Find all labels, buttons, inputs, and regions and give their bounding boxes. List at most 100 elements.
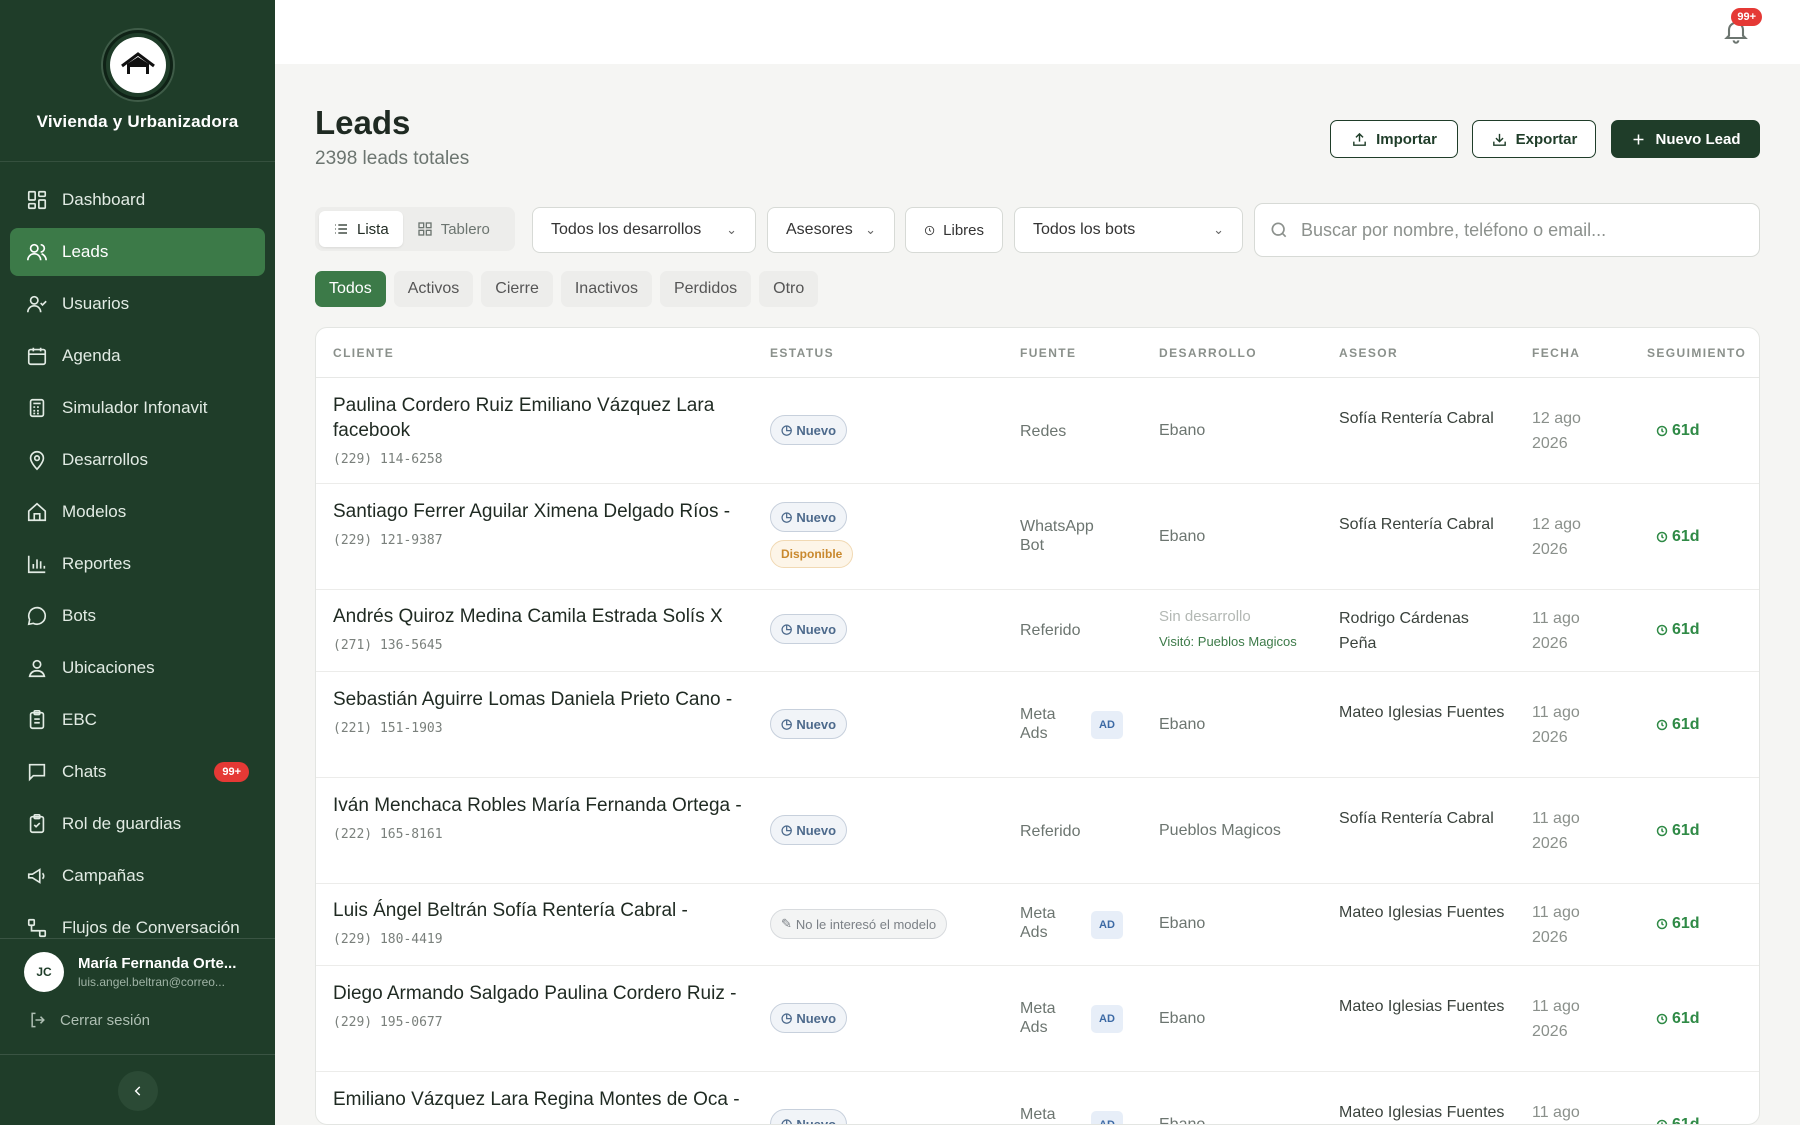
sidebar-item-label: Ubicaciones [62,658,155,677]
sidebar-item-agenda[interactable]: Agenda [10,332,265,380]
export-button[interactable]: Exportar [1472,120,1596,158]
sidebar-item-campanas[interactable]: Campañas [10,852,265,900]
map-pin-icon [29,450,45,471]
clipboard-check-icon [29,814,45,834]
collapse-sidebar-button[interactable] [118,1071,158,1111]
status-badge: ◷ Nuevo [770,614,848,644]
status-badge: ◷ Nuevo [770,415,848,445]
sidebar-item-label: Dashboard [62,190,146,209]
new-lead-button[interactable]: Nuevo Lead [1611,120,1760,158]
source-cell: Redes [1020,423,1067,440]
source-cell: Meta Ads [1020,1106,1056,1123]
sidebar-item-rol-de-guardias[interactable]: Rol de guardias [10,800,265,848]
development-cell: Ebano [1159,716,1206,733]
brand-logo[interactable] [102,30,173,100]
tab-cierre[interactable]: Cierre [481,271,553,307]
table-row[interactable]: Andrés Quiroz Medina Camila Estrada Solí… [316,590,1759,672]
development-cell: Sin desarrollo Visitó: Pueblos Magicos [1159,608,1297,649]
view-list-button[interactable]: Lista [319,211,403,247]
sidebar-item-ubicaciones[interactable]: Ubicaciones [10,644,265,692]
sidebar-item-label: Desarrollos [62,450,148,469]
view-board-button[interactable]: Tablero [403,211,504,247]
sidebar-item-ebc[interactable]: EBC [10,696,265,744]
import-label: Importar [1376,130,1437,148]
client-phone: (229) 121-9387 [333,533,443,548]
sidebar-item-chats[interactable]: Chats 99+ [10,748,265,796]
sidebar-item-label: Bots [62,606,97,625]
table-row[interactable]: Emiliano Vázquez Lara Regina Montes de O… [316,1072,1759,1124]
client-cell: Sebastián Aguirre Lomas Daniela Prieto C… [333,687,753,741]
new-lead-label: Nuevo Lead [1655,130,1741,148]
status-label: Nuevo [796,509,837,525]
no-development-label: Sin desarrollo [1159,608,1251,625]
sidebar-item-flujos[interactable]: Flujos de Conversación [10,904,265,940]
date-cell: 11 ago 2026 [1532,998,1580,1040]
header-asesor[interactable]: ASESOR [1339,346,1398,360]
client-name: Paulina Cordero Ruiz Emiliano Vázquez La… [333,395,715,441]
header-estatus[interactable]: ESTATUS [770,346,834,360]
chevron-down-icon: ⌄ [726,222,737,237]
chat-bubble-icon [27,606,47,626]
clock-icon: ◷ [781,822,793,837]
clock-icon [1656,1013,1668,1025]
date-cell: 11 ago 2026 [1532,904,1580,946]
search-input[interactable] [1301,219,1741,241]
leads-table: CLIENTE ESTATUS FUENTE DESARROLLO ASESOR… [315,327,1760,1125]
table-row[interactable]: Luis Ángel Beltrán Sofía Rentería Cabral… [316,884,1759,966]
follow-up-cell: 61d [1656,716,1700,734]
logout-button[interactable]: Cerrar sesión [0,992,275,1030]
header-fuente[interactable]: FUENTE [1020,346,1076,360]
brand-name: Vivienda y Urbanizadora [36,112,239,131]
follow-up-value: 61d [1672,822,1700,839]
clock-icon [1656,825,1668,837]
header-fecha[interactable]: FECHA [1532,346,1580,360]
sidebar-item-simulador-infonavit[interactable]: Simulador Infonavit [10,384,265,432]
table-row[interactable]: Paulina Cordero Ruiz Emiliano Vázquez La… [316,378,1759,484]
follow-up-value: 61d [1672,1010,1700,1027]
tab-otro[interactable]: Otro [759,271,819,307]
table-row[interactable]: Iván Menchaca Robles María Fernanda Orte… [316,778,1759,884]
clock-icon: ◷ [781,716,793,731]
status-label: Nuevo [796,422,837,438]
sidebar-item-dashboard[interactable]: Dashboard [10,176,265,224]
view-list-label: Lista [357,220,389,238]
client-name: Emiliano Vázquez Lara Regina Montes de O… [333,1089,740,1110]
header-desarrollo[interactable]: DESARROLLO [1159,346,1257,360]
header-cliente[interactable]: CLIENTE [333,346,394,360]
table-row[interactable]: Diego Armando Salgado Paulina Cordero Ru… [316,966,1759,1072]
sidebar-item-desarrollos[interactable]: Desarrollos [10,436,265,484]
tab-inactivos[interactable]: Inactivos [560,271,652,307]
client-phone: (229) 195-0677 [333,1015,443,1030]
chevron-down-icon: ⌄ [1213,222,1224,237]
tab-perdidos[interactable]: Perdidos [659,271,752,307]
sidebar-item-usuarios[interactable]: Usuarios [10,280,265,328]
sidebar-item-modelos[interactable]: Modelos [10,488,265,536]
developments-select[interactable]: Todos los desarrollos ⌄ [532,207,756,253]
follow-up-cell: 61d [1656,528,1700,546]
sidebar-item-leads[interactable]: Leads [10,228,265,276]
sidebar-item-reportes[interactable]: Reportes [10,540,265,588]
user-profile[interactable]: JC María Fernanda Orte... luis.angel.bel… [0,939,275,992]
source-cell: WhatsApp Bot [1020,518,1094,554]
header-seguimiento[interactable]: SEGUIMIENTO [1647,346,1746,360]
bots-select[interactable]: Todos los bots ⌄ [1014,207,1243,253]
import-button[interactable]: Importar [1330,120,1458,158]
client-phone: (229) 114-6258 [333,452,443,467]
sidebar-item-bots[interactable]: Bots [10,592,265,640]
dashboard-icon [27,190,47,210]
status-label: No le interesó el modelo [795,916,937,932]
tab-todos[interactable]: Todos [315,271,386,307]
status-badge: ◷ Nuevo [770,1109,848,1124]
status-badge: ✎ No le interesó el modelo [770,909,948,939]
free-filter-button[interactable]: Libres [905,207,1003,253]
sidebar-item-label: Leads [62,242,109,261]
notifications-badge: 99+ [1731,8,1762,26]
tab-activos[interactable]: Activos [393,271,474,307]
table-row[interactable]: Sebastián Aguirre Lomas Daniela Prieto C… [316,672,1759,778]
client-phone: (221) 151-1903 [333,721,443,736]
advisors-select[interactable]: Asesores ⌄ [767,207,895,253]
upload-icon [1353,132,1366,146]
table-row[interactable]: Santiago Ferrer Aguilar Ximena Delgado R… [316,484,1759,590]
clock-icon: ◷ [781,621,793,636]
status-badge: ◷ Nuevo [770,709,848,739]
